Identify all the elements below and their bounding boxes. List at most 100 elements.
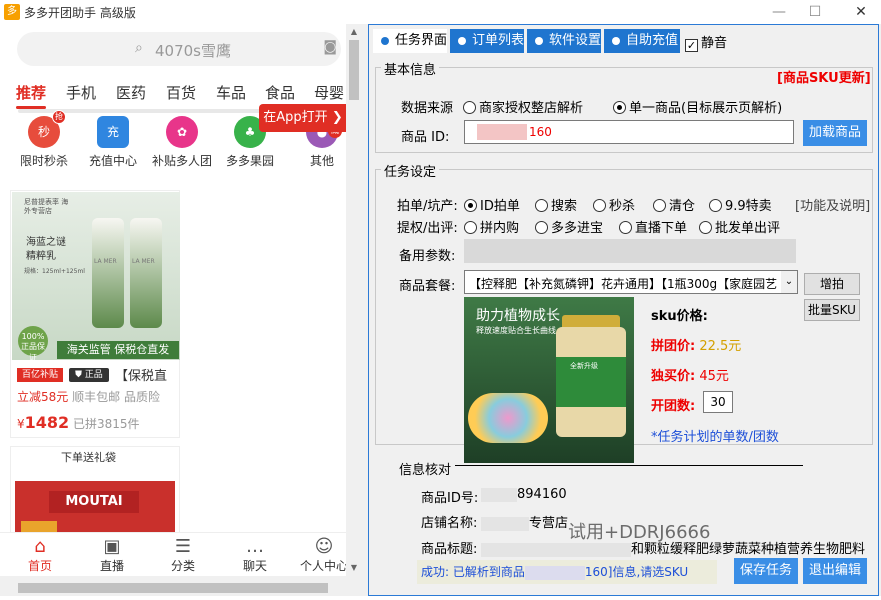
mode-label: 拍单/坑产:	[397, 199, 458, 214]
nav-live[interactable]: ▣ 直播	[82, 537, 142, 574]
search-icon: ⌕	[135, 40, 143, 56]
chat-icon: …	[246, 536, 264, 557]
nav-profile[interactable]: ☺ 个人中心	[294, 537, 346, 574]
tab-task[interactable]: 任务界面	[373, 29, 447, 53]
divider	[455, 465, 803, 466]
source-label: 数据来源	[401, 101, 454, 116]
home-icon: ⌂	[34, 536, 46, 557]
task-panel: 任务界面 订单列表 软件设置 自助充值 ✓ 静音 基本信息 [商品SKU更新] 数…	[368, 24, 879, 596]
batch-sku-button[interactable]: 批量SKU	[804, 299, 860, 321]
camera-icon[interactable]: ◙	[323, 39, 337, 55]
review-option-live[interactable]: 直播下单	[619, 217, 687, 236]
chevron-down-icon[interactable]: ⌄	[781, 271, 797, 293]
close-button[interactable]: ✕	[846, 2, 876, 22]
open-in-app-button[interactable]: 在App打开 ❯	[259, 104, 346, 132]
save-task-button[interactable]: 保存任务	[734, 558, 798, 584]
info-id-label: 商品ID号:	[421, 491, 479, 506]
info-id-value: 894160	[481, 487, 567, 502]
mode-option-clearance[interactable]: 清仓	[653, 195, 695, 214]
single-price-row: 独买价: 45元	[651, 369, 729, 384]
product-image: 尼普提表率 海外专营店 海蓝之谜 精粹乳 规格：125ml+125ml LA M…	[12, 192, 180, 362]
info-store-value: 专营店	[481, 512, 568, 531]
product-card[interactable]: 尼普提表率 海外专营店 海蓝之谜 精粹乳 规格：125ml+125ml LA M…	[10, 190, 180, 438]
insurance-text: 品质险	[123, 390, 160, 404]
scroll-up-icon[interactable]: ▲	[346, 24, 362, 40]
review-label: 提权/出评:	[397, 221, 458, 236]
category-tab-3[interactable]: 百货	[166, 82, 196, 103]
tab-orders[interactable]: 订单列表	[450, 29, 524, 53]
vertical-scrollbar[interactable]: ▲ ▼	[346, 24, 362, 576]
redacted-block	[477, 124, 527, 140]
group-price-row: 拼团价: 22.5元	[651, 339, 742, 354]
mute-checkbox[interactable]: ✓ 静音	[685, 32, 727, 52]
product-image-spec: 规格：125ml+125ml	[24, 268, 85, 275]
group-subsidy-label: 补贴多人团	[151, 154, 212, 168]
category-tab-4[interactable]: 车品	[216, 82, 246, 103]
store-tag-text: 尼普提表率 海外专营店	[24, 198, 69, 215]
review-option-wholesale[interactable]: 批发单出评	[699, 217, 780, 236]
trial-watermark: 试用+DDRJ6666	[568, 522, 711, 543]
search-bar[interactable]: ⌕ 4070s雪鹰 ◙	[17, 32, 341, 66]
group-count-field[interactable]: 30	[703, 391, 733, 413]
minimize-button[interactable]: —	[764, 2, 794, 22]
add-sku-button[interactable]: 增拍SKU+	[804, 273, 860, 311]
sku-price-label: sku价格:	[651, 309, 708, 324]
category-tab-2[interactable]: 医药	[116, 82, 146, 103]
product-id-field[interactable]: 160	[464, 120, 794, 144]
group-price-value: 22.5元	[699, 339, 742, 354]
backup-param-field[interactable]	[464, 239, 796, 263]
product-price: ¥1482 已拼3815件	[17, 413, 140, 432]
shipping-text: 顺丰包邮	[72, 390, 121, 404]
mode-option-search[interactable]: 搜索	[535, 195, 577, 214]
tab-recharge[interactable]: 自助充值	[604, 29, 680, 53]
product-preview-image: 助力植物成长 释放速度贴合生长曲线 全新升级	[464, 297, 634, 463]
source-option-single[interactable]: 单一商品(目标展示页解析)	[613, 97, 782, 116]
nav-category[interactable]: ☰ 分类	[153, 537, 213, 574]
basic-info-title: 基本信息	[381, 59, 440, 78]
category-tab-5[interactable]: 食品	[265, 82, 295, 103]
tab-settings[interactable]: 软件设置	[527, 29, 601, 53]
bottle-image: LA MER	[92, 218, 124, 328]
category-tab-0[interactable]: 推荐	[16, 82, 46, 103]
maximize-button[interactable]: ☐	[800, 2, 830, 22]
help-link[interactable]: [功能及说明]	[795, 195, 870, 214]
jar-label-image: 全新升级	[556, 357, 626, 407]
exit-edit-button[interactable]: 退出编辑	[803, 558, 867, 584]
product-image-title: 海蓝之谜 精粹乳	[26, 237, 66, 262]
sku-update-link[interactable]: [商品SKU更新]	[777, 67, 871, 86]
customs-banner: 海关监管 保税仓直发	[57, 341, 179, 359]
icon-recharge[interactable]: 充 充值中心	[81, 116, 145, 169]
icon-group-subsidy[interactable]: ✿ 补贴多人团	[150, 116, 214, 169]
product-image-title: 助力植物成长	[476, 308, 560, 324]
scroll-thumb[interactable]	[18, 583, 328, 593]
icon-flash-sale[interactable]: 秒抢 限时秒杀	[12, 110, 76, 169]
product-id-label: 商品 ID:	[401, 130, 450, 145]
search-input[interactable]: 4070s雪鹰	[155, 40, 231, 61]
subsidy-tag: 百亿补贴	[17, 368, 63, 382]
review-option-jinbao[interactable]: 多多进宝	[535, 217, 603, 236]
authentic-tag: ⛊ 正品	[69, 368, 109, 382]
bottom-nav: ⌂ 首页 ▣ 直播 ☰ 分类 … 聊天 ☺ 个人中心	[0, 532, 346, 576]
info-store-label: 店铺名称:	[421, 516, 478, 531]
authentic-badge: 100% 正品保证	[18, 326, 48, 362]
recharge-icon: 充	[97, 116, 129, 148]
sold-count: 已拼3815件	[73, 417, 140, 431]
task-note: *任务计划的单数/团数	[651, 430, 779, 445]
nav-chat[interactable]: … 聊天	[225, 537, 285, 574]
app-logo-icon: 多	[4, 4, 20, 20]
mode-option-99[interactable]: 9.9特卖	[709, 195, 772, 214]
package-select[interactable]: 【控释肥【补充氮磷钾】花卉通用】【1瓶300g【家庭园艺 ⌄	[464, 270, 798, 294]
scroll-thumb[interactable]	[349, 40, 359, 100]
category-tab-6[interactable]: 母婴	[314, 82, 344, 103]
mode-option-id[interactable]: ID拍单	[464, 195, 520, 214]
fertilizer-grains-image	[468, 393, 548, 443]
load-product-button[interactable]: 加载商品	[803, 120, 867, 146]
nav-home[interactable]: ⌂ 首页	[10, 537, 70, 574]
source-option-store[interactable]: 商家授权整店解析	[463, 97, 583, 116]
flash-sale-badge: 抢	[52, 110, 66, 124]
category-tab-1[interactable]: 手机	[66, 82, 96, 103]
window-title: 多多开团助手 高级版	[24, 6, 136, 20]
review-option-internal[interactable]: 拼内购	[464, 217, 519, 236]
mode-option-seckill[interactable]: 秒杀	[593, 195, 635, 214]
scroll-down-icon[interactable]: ▼	[346, 560, 362, 576]
